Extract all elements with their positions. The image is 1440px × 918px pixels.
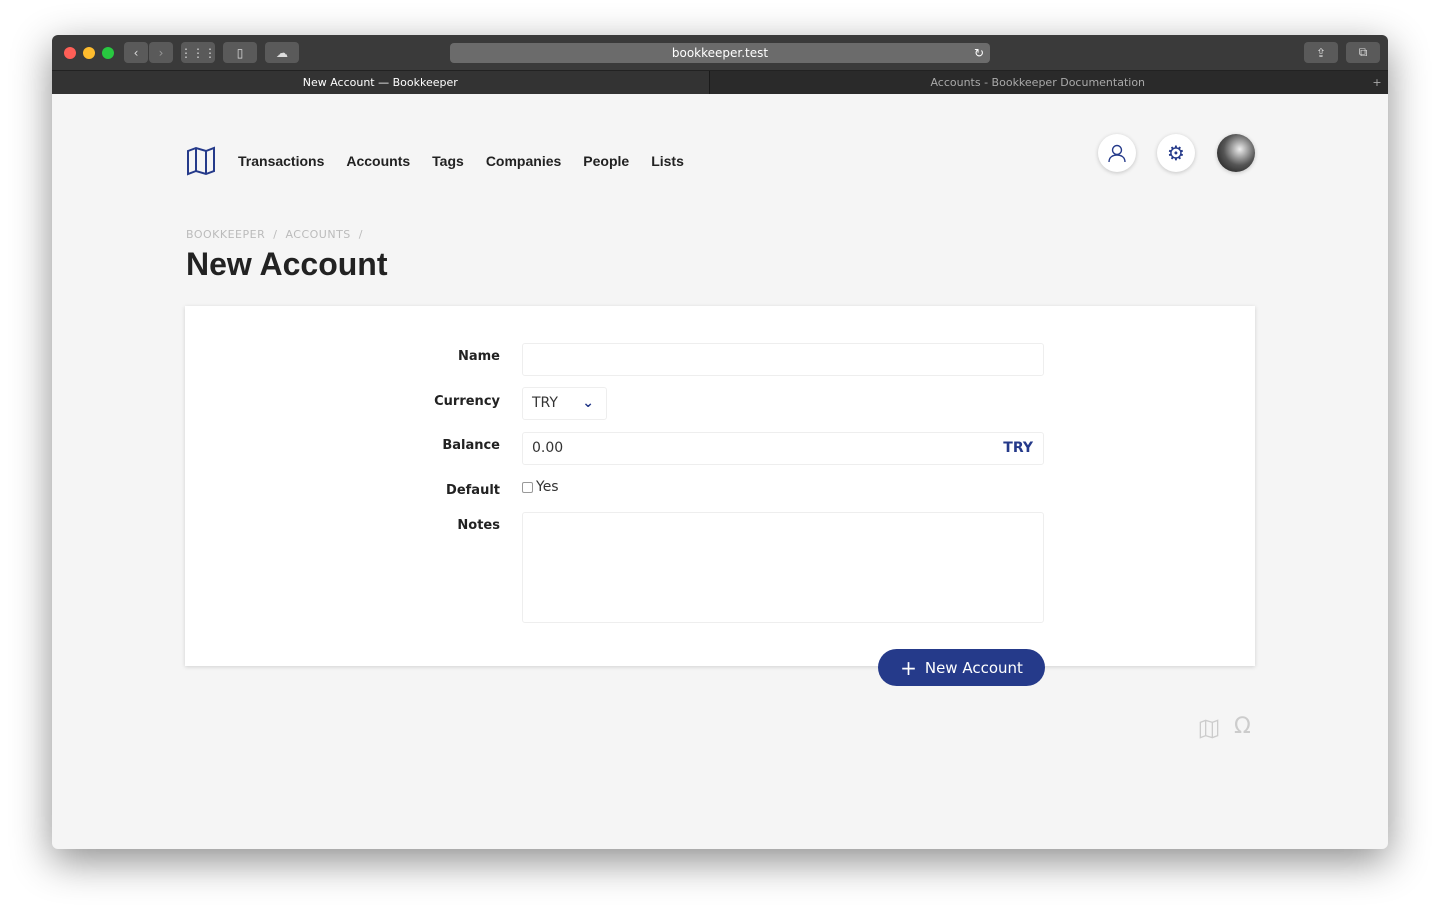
new-tab-button[interactable]: + xyxy=(1366,71,1388,94)
settings-button[interactable]: ⚙ xyxy=(1157,134,1195,172)
nav-people[interactable]: People xyxy=(583,153,629,169)
default-checkbox[interactable] xyxy=(522,481,533,493)
notes-label: Notes xyxy=(457,518,500,533)
balance-value: 0.00 xyxy=(532,440,564,456)
tab-documentation[interactable]: Accounts - Bookkeeper Documentation xyxy=(710,71,1367,94)
share-icon[interactable]: ⇪ xyxy=(1304,42,1338,63)
balance-input[interactable]: 0.00 TRY xyxy=(522,432,1044,465)
page-title: New Account xyxy=(186,246,388,282)
nav-transactions[interactable]: Transactions xyxy=(238,153,324,169)
user-icon xyxy=(1108,144,1126,163)
breadcrumb-accounts[interactable]: ACCOUNTS xyxy=(285,228,350,241)
main-nav: Transactions Accounts Tags Companies Peo… xyxy=(186,146,684,176)
plus-icon: + xyxy=(900,655,917,680)
map-icon[interactable] xyxy=(1199,719,1219,739)
cloud-icon[interactable]: ☁ xyxy=(265,42,299,63)
sidebar-icon[interactable]: ▯ xyxy=(223,42,257,63)
minimize-window-button[interactable] xyxy=(83,47,95,59)
tab-bar: New Account — Bookkeeper Accounts - Book… xyxy=(52,70,1388,94)
url-text: bookkeeper.test xyxy=(671,46,769,60)
reload-icon[interactable]: ↻ xyxy=(974,43,984,63)
close-window-button[interactable] xyxy=(64,47,76,59)
breadcrumb: BOOKKEEPER / ACCOUNTS / xyxy=(186,228,363,241)
currency-label: Currency xyxy=(434,394,500,409)
account-form: Name Currency TRY ⌄ Balance 0.00 TRY Defau… xyxy=(185,306,1255,666)
page-content: Transactions Accounts Tags Companies Peo… xyxy=(52,94,1388,849)
forward-button[interactable]: › xyxy=(149,42,173,63)
nav-accounts[interactable]: Accounts xyxy=(346,153,410,169)
tab-new-account[interactable]: New Account — Bookkeeper xyxy=(52,71,710,94)
zoom-window-button[interactable] xyxy=(102,47,114,59)
notes-textarea[interactable] xyxy=(522,512,1044,623)
profile-button[interactable] xyxy=(1098,134,1136,172)
balance-label: Balance xyxy=(442,438,500,453)
omega-icon[interactable]: Ω xyxy=(1234,714,1251,739)
address-bar[interactable]: bookkeeper.test ↻ xyxy=(450,43,990,63)
nav-lists[interactable]: Lists xyxy=(651,153,684,169)
nav-companies[interactable]: Companies xyxy=(486,153,561,169)
currency-select[interactable]: TRY ⌄ xyxy=(522,387,607,420)
gear-icon: ⚙ xyxy=(1167,141,1185,165)
balance-currency-suffix: TRY xyxy=(1003,440,1033,456)
default-label: Default xyxy=(446,483,500,498)
submit-label: New Account xyxy=(924,658,1023,677)
breadcrumb-bookkeeper[interactable]: BOOKKEEPER xyxy=(186,228,265,241)
name-label: Name xyxy=(457,349,500,364)
grid-icon[interactable]: ⋮⋮⋮ xyxy=(180,42,216,63)
back-button[interactable]: ‹ xyxy=(124,42,148,63)
tabs-overview-icon[interactable]: ⧉ xyxy=(1346,42,1380,63)
chevron-down-icon: ⌄ xyxy=(582,395,594,411)
title-bar: ‹ › ⋮⋮⋮ ▯ ☁ bookkeeper.test ↻ ⇪ ⧉ xyxy=(52,35,1388,70)
default-option-label[interactable]: Yes xyxy=(536,479,559,495)
new-account-submit-button[interactable]: + New Account xyxy=(878,649,1045,686)
map-logo-icon[interactable] xyxy=(186,146,216,176)
browser-window: ‹ › ⋮⋮⋮ ▯ ☁ bookkeeper.test ↻ ⇪ ⧉ New Acc… xyxy=(52,35,1388,849)
avatar[interactable] xyxy=(1217,134,1255,172)
currency-value: TRY xyxy=(532,395,558,411)
nav-tags[interactable]: Tags xyxy=(432,153,464,169)
name-input[interactable] xyxy=(522,343,1044,376)
